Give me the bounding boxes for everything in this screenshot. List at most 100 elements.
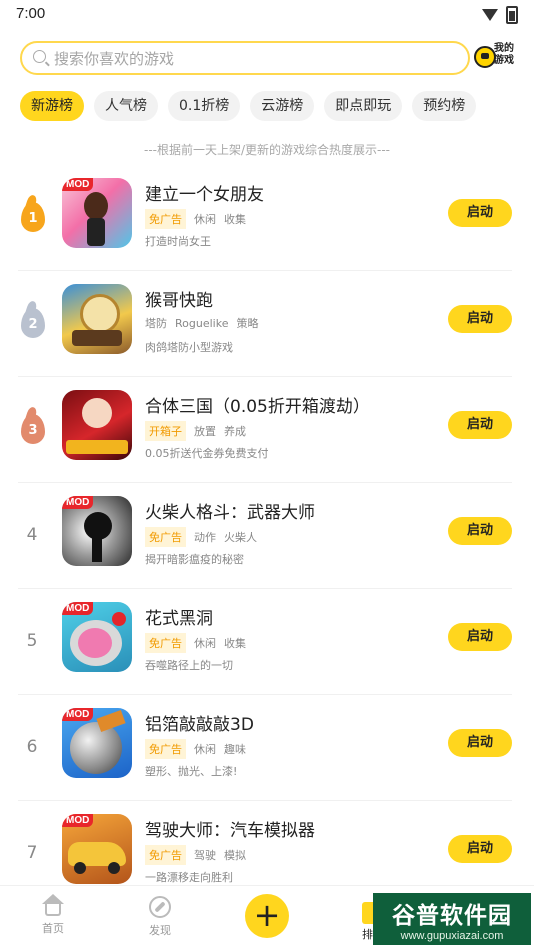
game-description: 揭开暗影瘟疫的秘密 (145, 553, 244, 566)
list-item[interactable]: 5 MOD 花式黑洞 免广告 休闲 收集 吞噬路径上的一切 启动 (0, 589, 534, 695)
rank-number: 7 (26, 843, 38, 863)
game-tags: 免广告 休闲 趣味 (145, 739, 246, 759)
home-icon (42, 894, 64, 916)
highlight-tag: 开箱子 (145, 421, 186, 441)
list-item[interactable]: 2 猴哥快跑 塔防 Roguelike 策略 肉鸽塔防小型游戏 启动 (0, 271, 534, 377)
game-art (108, 862, 120, 874)
mod-badge: MOD (62, 814, 94, 827)
game-name: 铝箔敲敲敲3D (145, 715, 254, 735)
game-list: 1 MOD 建立一个女朋友 免广告 休闲 收集 打造时尚女王 启动 2 猴哥快跑… (0, 165, 534, 907)
battery-icon (506, 6, 518, 24)
game-tags: 免广告 休闲 收集 (145, 209, 246, 229)
launch-button[interactable]: 启动 (448, 835, 512, 863)
game-name: 驾驶大师：汽车模拟器 (145, 821, 315, 841)
genre-tag: 动作 (194, 531, 216, 544)
game-description: 0.05折送代金券免费支付 (145, 447, 269, 460)
flame-rank-icon: 1 (21, 202, 45, 232)
game-art (70, 722, 122, 774)
mod-badge: MOD (62, 602, 94, 615)
status-icons (482, 6, 518, 24)
highlight-tag: 免广告 (145, 633, 186, 653)
game-name: 火柴人格斗：武器大师 (145, 503, 315, 523)
search-icon (33, 50, 46, 63)
tab-popular[interactable]: 人气榜 (94, 91, 158, 121)
tab-instant-play[interactable]: 即点即玩 (324, 91, 403, 121)
game-name: 花式黑洞 (145, 609, 213, 629)
game-tags: 塔防 Roguelike 策略 (145, 315, 258, 331)
tab-cloud[interactable]: 云游榜 (250, 91, 315, 121)
my-games-label: 我的游戏 (494, 43, 514, 66)
rank-number: 3 (28, 423, 38, 438)
nav-home[interactable]: 首页 (33, 894, 73, 936)
ranking-hint: ---根据前一天上架/更新的游戏综合热度展示--- (143, 143, 391, 157)
rank-number: 6 (26, 737, 38, 757)
list-item[interactable]: 6 MOD 铝箔敲敲敲3D 免广告 休闲 趣味 塑形、抛光、上漆! 启动 (0, 695, 534, 801)
flame-rank-icon: 2 (21, 308, 45, 338)
game-name: 猴哥快跑 (145, 291, 213, 311)
mod-badge: MOD (62, 708, 94, 721)
game-description: 肉鸽塔防小型游戏 (145, 341, 233, 354)
highlight-tag: 免广告 (145, 527, 186, 547)
game-art (87, 218, 105, 246)
game-art (72, 330, 122, 346)
game-tags: 免广告 动作 火柴人 (145, 527, 257, 547)
game-art (80, 294, 120, 334)
launch-button[interactable]: 启动 (448, 623, 512, 651)
genre-tag: 放置 (194, 425, 216, 438)
genre-tag: 收集 (224, 213, 246, 226)
rank-number: 5 (26, 631, 38, 651)
game-icon[interactable]: MOD (62, 814, 132, 884)
search-input[interactable] (52, 47, 456, 71)
genre-tag: 休闲 (194, 213, 216, 226)
gamepad-icon (474, 46, 496, 68)
status-bar: 7:00 (0, 0, 534, 28)
game-icon[interactable]: MOD (62, 708, 132, 778)
wifi-icon (482, 9, 498, 21)
search-box[interactable] (20, 41, 470, 75)
search-row: 我的游戏 (20, 41, 520, 75)
genre-tag: 休闲 (194, 637, 216, 650)
nav-discover[interactable]: 发现 (140, 896, 180, 938)
nav-discover-label: 发现 (149, 924, 171, 937)
game-tags: 开箱子 放置 养成 (145, 421, 246, 441)
genre-tag: 收集 (224, 637, 246, 650)
game-art (84, 192, 108, 220)
tab-new-games[interactable]: 新游榜 (20, 91, 84, 121)
add-button[interactable]: + (245, 894, 289, 938)
tab-preorder[interactable]: 预约榜 (412, 91, 477, 121)
game-icon[interactable]: MOD (62, 496, 132, 566)
highlight-tag: 免广告 (145, 739, 186, 759)
launch-button[interactable]: 启动 (448, 411, 512, 439)
game-art (112, 612, 126, 626)
genre-tag: 养成 (224, 425, 246, 438)
my-games-button[interactable]: 我的游戏 (474, 41, 520, 75)
rank-number: 4 (26, 525, 38, 545)
genre-tag: 塔防 (145, 317, 167, 330)
rank-number: 1 (28, 211, 38, 226)
watermark-logo: 谷普软件园 www.gupuxiazai.com (373, 893, 531, 945)
launch-button[interactable]: 启动 (448, 199, 512, 227)
mod-badge: MOD (62, 178, 94, 191)
launch-button[interactable]: 启动 (448, 729, 512, 757)
nav-home-label: 首页 (42, 922, 64, 935)
status-time: 7:00 (16, 5, 46, 22)
list-item[interactable]: 4 MOD 火柴人格斗：武器大师 免广告 动作 火柴人 揭开暗影瘟疫的秘密 启动 (0, 483, 534, 589)
game-icon[interactable] (62, 390, 132, 460)
flame-rank-icon: 3 (21, 414, 45, 444)
game-icon[interactable]: MOD (62, 178, 132, 248)
genre-tag: 策略 (236, 317, 259, 330)
list-item[interactable]: 1 MOD 建立一个女朋友 免广告 休闲 收集 打造时尚女王 启动 (0, 165, 534, 271)
list-item[interactable]: 3 合体三国（0.05折开箱渡劫） 开箱子 放置 养成 0.05折送代金券免费支… (0, 377, 534, 483)
rank-number: 2 (28, 317, 38, 332)
game-art (92, 536, 102, 562)
game-icon[interactable] (62, 284, 132, 354)
watermark-url: www.gupuxiazai.com (400, 930, 504, 942)
game-name: 建立一个女朋友 (145, 185, 264, 205)
tab-discount[interactable]: 0.1折榜 (168, 91, 241, 121)
launch-button[interactable]: 启动 (448, 517, 512, 545)
launch-button[interactable]: 启动 (448, 305, 512, 333)
game-icon[interactable]: MOD (62, 602, 132, 672)
game-art (66, 440, 128, 454)
genre-tag: 驾驶 (194, 849, 216, 862)
game-name: 合体三国（0.05折开箱渡劫） (145, 397, 370, 417)
